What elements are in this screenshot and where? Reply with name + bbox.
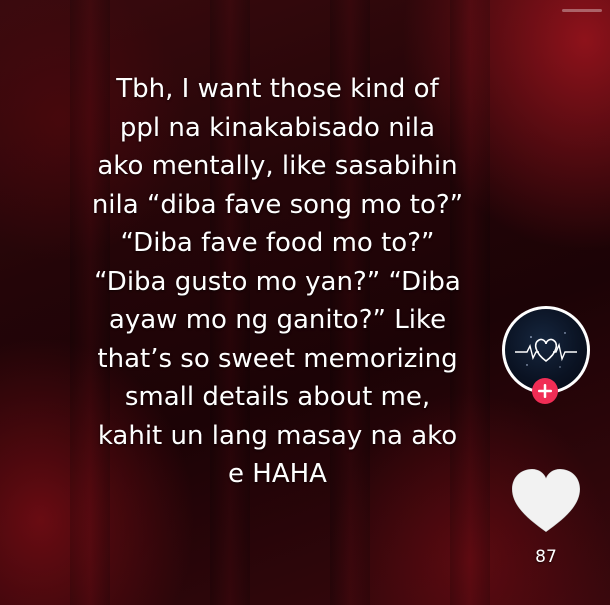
corner-streak <box>562 9 602 12</box>
plus-icon <box>538 384 552 398</box>
caption-text: Tbh, I want those kind of ppl na kinakab… <box>40 70 515 494</box>
caption-line: that’s so sweet memorizing <box>97 343 458 374</box>
caption-line: Tbh, I want those kind of <box>116 74 439 104</box>
caption-line: ppl na kinakabisado nila <box>119 112 436 143</box>
like-button[interactable] <box>508 466 584 538</box>
like-count: 87 <box>535 547 557 567</box>
caption-line: small details about me, <box>124 382 431 412</box>
caption-line: “Diba fave food mo to?” <box>120 228 435 258</box>
caption-line: kahit un lang masay na ako <box>97 420 458 451</box>
follow-button[interactable] <box>532 378 558 404</box>
creator-profile <box>498 302 598 404</box>
caption-line: ayaw mo ng ganito?” Like <box>108 305 447 335</box>
caption-line: “Diba gusto mo yan?” “Diba <box>94 266 461 297</box>
heart-icon <box>511 468 581 533</box>
caption-line: ako mentally, like sasabihin <box>97 151 458 181</box>
caption-line: e HAHA <box>228 459 327 489</box>
caption-line: nila “diba fave song mo to?” <box>91 189 464 220</box>
video-frame: Tbh, I want those kind of ppl na kinakab… <box>0 0 610 605</box>
